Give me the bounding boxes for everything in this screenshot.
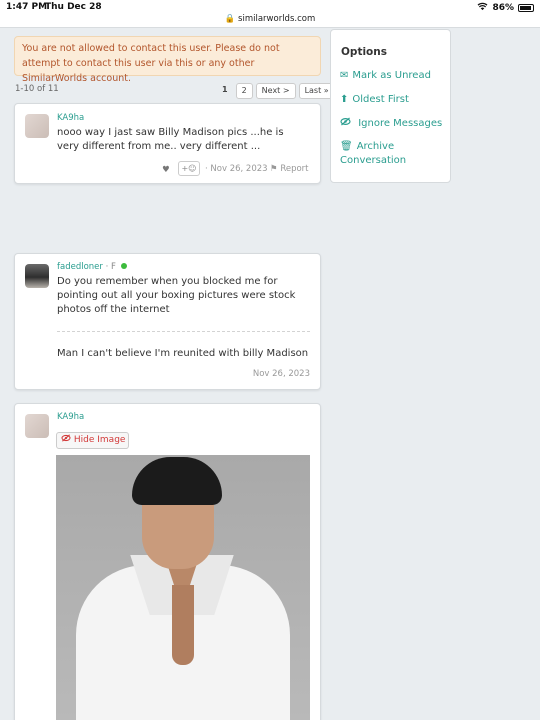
address-url: similarworlds.com <box>238 14 316 24</box>
page-1-button[interactable]: 1 <box>217 83 233 99</box>
avatar[interactable] <box>25 414 49 438</box>
options-title: Options <box>341 46 387 58</box>
message-text: nooo way I jast saw Billy Madison pics .… <box>57 127 284 152</box>
photo-chest <box>172 585 194 665</box>
page-2-button[interactable]: 2 <box>235 83 253 99</box>
message-text: Do you remember when you blocked me for … <box>57 276 296 315</box>
wifi-icon <box>477 2 488 14</box>
eye-slash-icon <box>340 117 354 129</box>
contact-warning-banner: You are not allowed to contact this user… <box>14 36 321 84</box>
user-gender: · F <box>105 262 116 272</box>
online-indicator <box>120 263 127 269</box>
hide-image-button[interactable]: Hide Image <box>56 432 129 449</box>
battery-percent: 86% <box>492 3 514 13</box>
pager: 1 2 Next > Last » <box>217 83 335 99</box>
message-divider <box>57 331 310 332</box>
message-text-2: Man I can't believe I'm reunited with bi… <box>57 348 309 359</box>
eye-slash-icon <box>61 434 74 445</box>
oldest-first-option[interactable]: ⬆ Oldest First <box>340 93 409 107</box>
address-bar[interactable]: 🔒 similarworlds.com <box>0 14 540 24</box>
flag-icon: ⚑ <box>270 164 278 174</box>
message-username[interactable]: KA9ha <box>57 412 84 422</box>
trash-icon: 🗑 <box>340 141 353 152</box>
report-button[interactable]: ⚑ Report <box>270 164 309 174</box>
heart-icon[interactable]: ♥ <box>162 165 170 175</box>
message-card: KA9ha nooo way I jast saw Billy Madison … <box>14 103 321 184</box>
pager-count: 1-10 of 11 <box>15 84 59 94</box>
avatar[interactable] <box>25 264 49 288</box>
next-page-button[interactable]: Next > <box>255 83 296 99</box>
battery-icon <box>518 4 534 12</box>
envelope-icon: ✉ <box>340 70 349 81</box>
message-date: · Nov 26, 2023 <box>205 164 268 174</box>
ios-status-bar: 1:47 PM Thu Dec 28 🔒 similarworlds.com 8… <box>0 0 540 28</box>
options-panel: Options ✉ Mark as Unread ⬆ Oldest First Ig… <box>330 29 451 183</box>
avatar[interactable] <box>25 114 49 138</box>
message-photo[interactable] <box>56 455 310 720</box>
arrow-up-icon: ⬆ <box>340 94 349 105</box>
message-username-row: fadedloner · F <box>57 262 127 272</box>
photo-hair <box>132 457 222 505</box>
add-reaction-button[interactable]: +☺ <box>178 161 200 176</box>
message-username[interactable]: KA9ha <box>57 113 84 123</box>
status-time: 1:47 PM <box>6 2 48 12</box>
message-username[interactable]: fadedloner <box>57 262 103 272</box>
status-date: Thu Dec 28 <box>45 2 102 12</box>
ignore-messages-option[interactable]: Ignore Messages <box>340 117 442 131</box>
archive-conversation-option[interactable]: 🗑 Archive Conversation <box>340 140 445 168</box>
message-card: fadedloner · F Do you remember when you … <box>14 253 321 390</box>
lock-icon: 🔒 <box>224 14 236 24</box>
message-date: Nov 26, 2023 <box>252 369 310 379</box>
status-right: 86% <box>477 2 534 14</box>
mark-as-unread-option[interactable]: ✉ Mark as Unread <box>340 69 431 83</box>
